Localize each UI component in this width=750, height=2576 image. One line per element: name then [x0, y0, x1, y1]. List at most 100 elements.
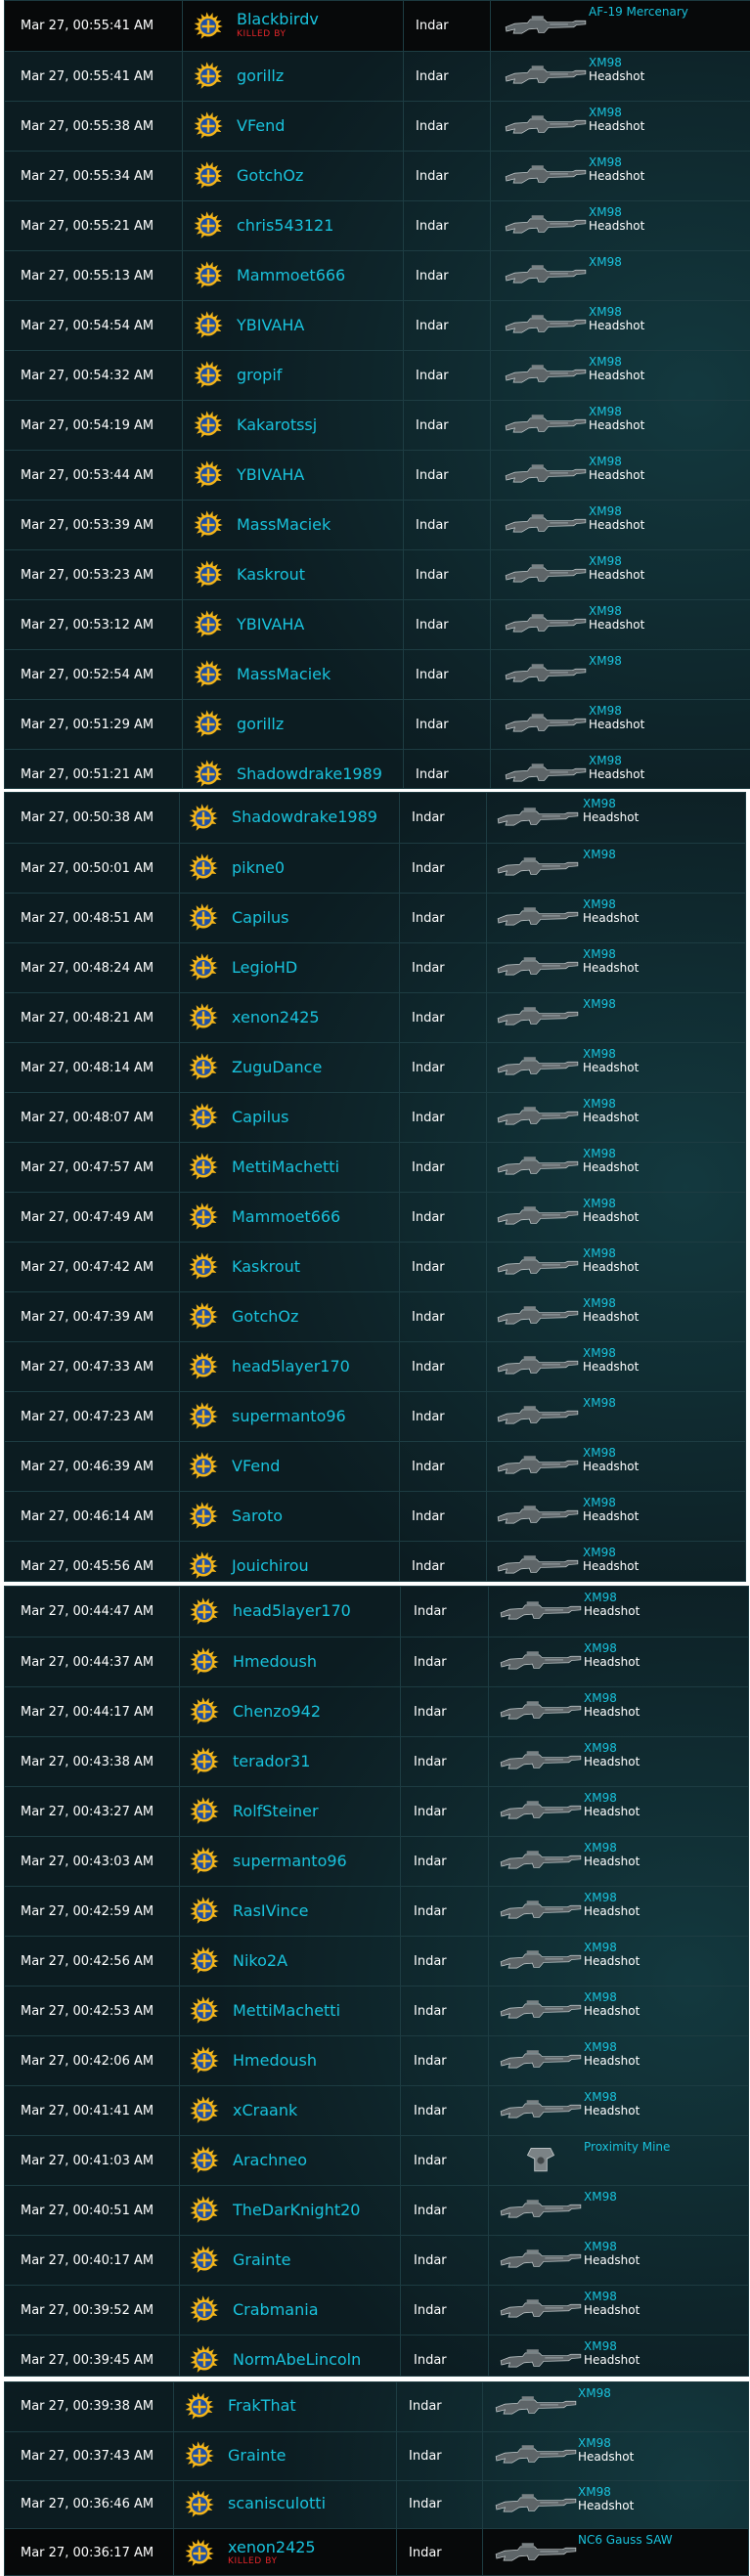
player-name-link[interactable]: MassMaciek [237, 666, 331, 683]
player-name-link[interactable]: YBIVAHA [237, 466, 304, 484]
weapon-name-link[interactable]: XM98 [583, 848, 616, 861]
player-name-link[interactable]: ZuguDance [232, 1059, 322, 1076]
player-name-link[interactable]: terador31 [233, 1753, 310, 1770]
weapon-name-link[interactable]: XM98 [583, 997, 616, 1011]
weapon-name-link[interactable]: XM98 [584, 1941, 640, 1954]
player-name-link[interactable]: gorillz [237, 67, 284, 85]
player-name-link[interactable]: pikne0 [232, 859, 285, 877]
weapon-name-link[interactable]: XM98 [584, 1741, 640, 1755]
weapon-name-link[interactable]: XM98 [584, 1591, 640, 1604]
weapon-name-link[interactable]: XM98 [583, 1346, 639, 1360]
player-name-link[interactable]: Arachneo [233, 2152, 307, 2169]
weapon-name-link[interactable]: XM98 [584, 1791, 640, 1805]
weapon-name-link[interactable]: XM98 [583, 1496, 639, 1509]
player-name-link[interactable]: Kaskrout [232, 1258, 300, 1276]
player-name-link[interactable]: Shadowdrake1989 [232, 808, 377, 826]
weapon-name-link[interactable]: XM98 [589, 754, 644, 767]
weapon-name-link[interactable]: XM98 [583, 1047, 639, 1061]
weapon-name-link[interactable]: XM98 [578, 2436, 634, 2450]
player-name-link[interactable]: Mammoet666 [232, 1208, 340, 1226]
player-name-link[interactable]: Mammoet666 [237, 267, 345, 284]
weapon-name-link[interactable]: XM98 [584, 2040, 640, 2054]
player-name-link[interactable]: Blackbirdv [237, 12, 319, 28]
weapon-name-link[interactable]: XM98 [583, 797, 639, 810]
player-name-link[interactable]: VFend [232, 1458, 280, 1475]
weapon-name-link[interactable]: XM98 [584, 2339, 640, 2353]
weapon-name-link[interactable]: XM98 [583, 897, 639, 911]
player-name-link[interactable]: MettiMachetti [233, 2002, 340, 2020]
player-name-link[interactable]: MassMaciek [237, 516, 331, 534]
weapon-name-link[interactable]: NC6 Gauss SAW [578, 2533, 673, 2547]
weapon-name-link[interactable]: XM98 [589, 554, 644, 568]
player-name-link[interactable]: Kakarotssj [237, 416, 317, 434]
weapon-name-link[interactable]: XM98 [589, 56, 644, 69]
weapon-name-link[interactable]: XM98 [584, 1891, 640, 1904]
player-name-link[interactable]: Capilus [232, 1109, 289, 1126]
player-name-link[interactable]: Kaskrout [237, 566, 305, 584]
weapon-name-link[interactable]: XM98 [589, 305, 644, 319]
player-name-link[interactable]: YBIVAHA [237, 317, 304, 334]
player-name-link[interactable]: xenon2425 [232, 1009, 320, 1026]
player-name-link[interactable]: scanisculotti [228, 2496, 326, 2512]
player-name-link[interactable]: Grainte [233, 2251, 290, 2269]
player-name-link[interactable]: GotchOz [237, 167, 303, 185]
player-name-link[interactable]: Grainte [228, 2447, 286, 2465]
player-name-link[interactable]: Shadowdrake1989 [237, 765, 382, 783]
weapon-name-link[interactable]: XM98 [584, 1691, 640, 1705]
weapon-name-link[interactable]: XM98 [589, 704, 644, 718]
player-name-link[interactable]: FrakThat [228, 2398, 296, 2415]
weapon-name-link[interactable]: XM98 [589, 504, 644, 518]
player-name-link[interactable]: Saroto [232, 1507, 283, 1525]
player-name-link[interactable]: YBIVAHA [237, 616, 304, 633]
player-name-link[interactable]: LegioHD [232, 959, 297, 977]
player-name-link[interactable]: xCraank [233, 2102, 297, 2119]
weapon-name-link[interactable]: XM98 [583, 1396, 616, 1410]
player-name-link[interactable]: gorillz [237, 716, 284, 733]
player-name-link[interactable]: head5layer170 [233, 1602, 351, 1620]
weapon-name-link[interactable]: XM98 [583, 947, 639, 961]
weapon-name-link[interactable]: AF-19 Mercenary [589, 5, 688, 19]
weapon-name-link[interactable]: XM98 [589, 106, 644, 119]
weapon-name-link[interactable]: XM98 [589, 455, 644, 468]
weapon-name-link[interactable]: XM98 [578, 2485, 634, 2499]
player-name-link[interactable]: xenon2425 [228, 2539, 316, 2556]
player-name-link[interactable]: Hmedoush [233, 1653, 317, 1671]
player-name-link[interactable]: gropif [237, 367, 282, 384]
player-name-link[interactable]: MettiMachetti [232, 1158, 339, 1176]
weapon-name-link[interactable]: XM98 [584, 1990, 640, 2004]
weapon-name-link[interactable]: XM98 [583, 1296, 639, 1310]
weapon-name-link[interactable]: XM98 [578, 2386, 611, 2400]
weapon-name-link[interactable]: XM98 [589, 654, 622, 668]
player-name-link[interactable]: Niko2A [233, 1952, 287, 1970]
player-name-link[interactable]: Jouichirou [232, 1557, 309, 1575]
weapon-name-link[interactable]: XM98 [589, 255, 622, 269]
weapon-name-link[interactable]: XM98 [589, 405, 644, 418]
weapon-name-link[interactable]: XM98 [583, 1246, 639, 1260]
player-name-link[interactable]: Chenzo942 [233, 1703, 321, 1721]
weapon-name-link[interactable]: XM98 [583, 1197, 639, 1210]
weapon-name-link[interactable]: XM98 [584, 1841, 640, 1855]
weapon-name-link[interactable]: XM98 [583, 1097, 639, 1111]
weapon-name-link[interactable]: XM98 [589, 205, 644, 219]
player-name-link[interactable]: RasIVince [233, 1902, 308, 1920]
weapon-name-link[interactable]: XM98 [584, 2290, 640, 2303]
weapon-name-link[interactable]: XM98 [584, 1641, 640, 1655]
player-name-link[interactable]: supermanto96 [233, 1853, 347, 1870]
weapon-name-link[interactable]: XM98 [584, 2240, 640, 2253]
weapon-name-link[interactable]: XM98 [583, 1546, 639, 1559]
player-name-link[interactable]: VFend [237, 117, 285, 135]
player-name-link[interactable]: Crabmania [233, 2301, 319, 2319]
player-name-link[interactable]: Hmedoush [233, 2052, 317, 2070]
player-name-link[interactable]: supermanto96 [232, 1408, 346, 1425]
weapon-name-link[interactable]: XM98 [589, 604, 644, 618]
weapon-name-link[interactable]: XM98 [583, 1147, 639, 1160]
player-name-link[interactable]: Capilus [232, 909, 289, 927]
weapon-name-link[interactable]: XM98 [584, 2190, 617, 2204]
weapon-name-link[interactable]: XM98 [589, 155, 644, 169]
weapon-name-link[interactable]: XM98 [584, 2090, 640, 2104]
player-name-link[interactable]: chris543121 [237, 217, 333, 235]
weapon-name-link[interactable]: XM98 [589, 355, 644, 369]
weapon-name-link[interactable]: Proximity Mine [584, 2140, 670, 2154]
player-name-link[interactable]: TheDarKnight20 [233, 2202, 360, 2219]
player-name-link[interactable]: GotchOz [232, 1308, 298, 1326]
